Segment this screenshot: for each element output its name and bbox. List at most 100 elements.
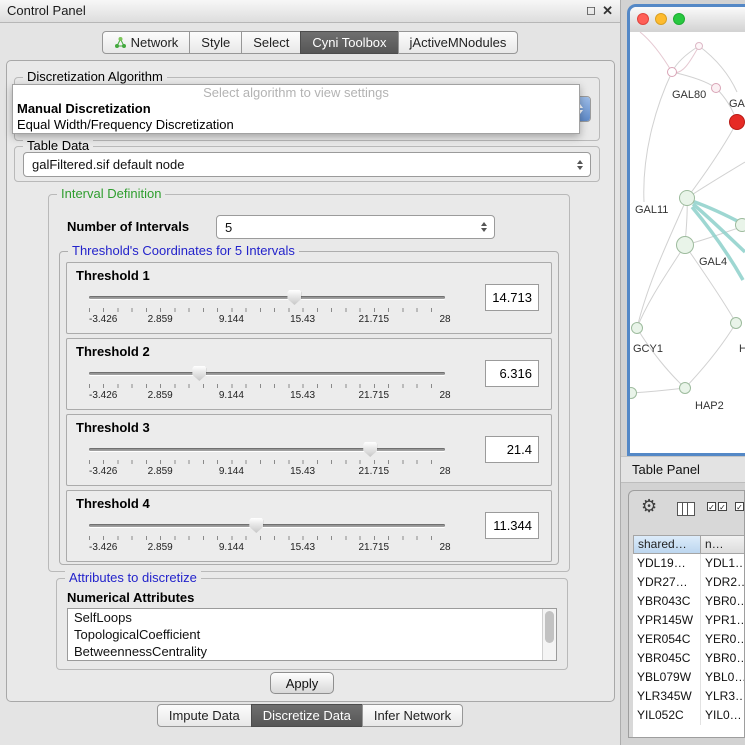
column-header-1[interactable]: shared…	[633, 535, 701, 554]
combobox-stepper-icon[interactable]	[473, 216, 494, 238]
threshold-slider[interactable]	[89, 442, 445, 458]
threshold-panel-1: Threshold 1 -3.4262.8599.14415.4321.71528…	[66, 262, 552, 334]
threshold-label: Threshold 2	[76, 344, 150, 359]
slider-tick-labels: -3.4262.8599.14415.4321.71528	[89, 314, 445, 325]
slider-thumb-icon[interactable]	[287, 290, 301, 305]
checkbox-icon: ✓	[707, 502, 716, 511]
slider-thumb-icon[interactable]	[363, 442, 377, 457]
table-row[interactable]: YER054CYER0…	[633, 630, 744, 649]
table-row[interactable]: YPR145WYPR1…	[633, 611, 744, 630]
node-label-gal11: GAL11	[635, 204, 668, 216]
threshold-slider[interactable]	[89, 518, 445, 534]
cell: YLR345W	[633, 687, 701, 706]
list-item-selfloops[interactable]: SelfLoops	[68, 609, 556, 626]
cell: YDL1…	[701, 554, 744, 573]
tab-label: Infer Network	[374, 708, 451, 723]
tab-label: Discretize Data	[263, 708, 351, 723]
threshold-value-field[interactable]: 6.316	[485, 360, 539, 387]
table-row[interactable]: YBR045CYBR0…	[633, 649, 744, 668]
table-row[interactable]: YBL079WYBL0…	[633, 668, 744, 687]
top-tabs: NetworkStyleSelect Cyni Toolbox jActiveMNo…	[0, 31, 620, 54]
table-row[interactable]: YBR043CYBR0…	[633, 592, 744, 611]
network-node-selected[interactable]	[729, 114, 745, 130]
threshold-value-field[interactable]: 11.344	[485, 512, 539, 539]
tab-jactivemnodules[interactable]: jActiveMNodules	[398, 31, 519, 54]
cell: YIL0…	[701, 706, 744, 725]
close-window-icon[interactable]: ✕	[602, 3, 613, 19]
tick-label: -3.426	[89, 542, 117, 553]
network-node[interactable]	[679, 190, 695, 206]
select-rows-icon[interactable]: ✓✓	[735, 502, 745, 511]
list-scrollbar-thumb[interactable]	[545, 611, 554, 643]
table-row[interactable]: YIL052CYIL0…	[633, 706, 744, 725]
table-row[interactable]: YLR345WYLR3…	[633, 687, 744, 706]
slider-track[interactable]	[89, 372, 445, 375]
cell: YBL0…	[701, 668, 744, 687]
show-columns-icon[interactable]	[677, 502, 695, 516]
tab-cyni-toolbox[interactable]: Cyni Toolbox	[300, 31, 398, 54]
slider-thumb-icon[interactable]	[249, 518, 263, 533]
minimize-traffic-light-icon[interactable]	[655, 13, 667, 25]
network-node[interactable]	[730, 317, 742, 329]
network-node[interactable]	[711, 83, 721, 93]
cell: YLR3…	[701, 687, 744, 706]
tick-label: 2.859	[148, 466, 173, 477]
tick-label: 15.43	[290, 542, 315, 553]
tab-style[interactable]: Style	[189, 31, 242, 54]
table-row[interactable]: YDL19…YDL1…	[633, 554, 744, 573]
network-node[interactable]	[735, 218, 745, 232]
numerical-attributes-list[interactable]: SelfLoopsTopologicalCoefficientBetweenne…	[67, 608, 557, 661]
slider-track[interactable]	[89, 448, 445, 451]
select-columns-icon[interactable]: ✓✓	[707, 502, 727, 511]
dropdown-option-equal-width-frequency[interactable]: Equal Width/Frequency Discretization	[13, 117, 579, 133]
network-node[interactable]	[679, 382, 691, 394]
table-data-combobox-value: galFiltered.sif default node	[32, 153, 566, 176]
list-item-topologicalcoefficient[interactable]: TopologicalCoefficient	[68, 626, 556, 643]
float-window-icon[interactable]: ◻	[586, 3, 596, 17]
tick-label: 21.715	[359, 390, 390, 401]
number-of-intervals-combobox[interactable]: 5	[216, 215, 495, 239]
threshold-value-field[interactable]: 21.4	[485, 436, 539, 463]
window-title: Control Panel	[7, 3, 86, 18]
network-node[interactable]	[676, 236, 694, 254]
slider-thumb-icon[interactable]	[192, 366, 206, 381]
thresholds-coordinates-group: Threshold's Coordinates for 5 Intervals …	[59, 251, 559, 565]
tab-impute-data[interactable]: Impute Data	[157, 704, 252, 727]
slider-track[interactable]	[89, 524, 445, 527]
cell: YBR045C	[633, 649, 701, 668]
tab-network[interactable]: Network	[102, 31, 191, 54]
zoom-traffic-light-icon[interactable]	[673, 13, 685, 25]
table-data-combobox[interactable]: galFiltered.sif default node	[23, 152, 591, 177]
tab-infer-network[interactable]: Infer Network	[362, 704, 463, 727]
threshold-slider[interactable]	[89, 290, 445, 306]
network-view-window: GAL80GAGAL11GAL4GCY1HHAP2	[627, 4, 745, 456]
threshold-value-field[interactable]: 14.713	[485, 284, 539, 311]
threshold-label: Threshold 1	[76, 268, 150, 283]
table-row[interactable]: YDR27…YDR2…	[633, 573, 744, 592]
slider-track[interactable]	[89, 296, 445, 299]
network-node[interactable]	[695, 42, 703, 50]
column-header-2[interactable]: n…	[701, 535, 745, 554]
group-title-discretization-algorithm: Discretization Algorithm	[23, 69, 167, 84]
table-body: YDL19…YDL1…YDR27…YDR2…YBR043CYBR0…YPR145…	[633, 554, 744, 737]
list-item-betweennesscentrality[interactable]: BetweennessCentrality	[68, 643, 556, 660]
table-panel-header: Table Panel	[621, 456, 745, 483]
close-traffic-light-icon[interactable]	[637, 13, 649, 25]
slider-tick-marks	[89, 536, 445, 540]
interval-definition-group: Interval Definition Number of Intervals …	[48, 194, 570, 572]
dropdown-option-manual-discretization[interactable]: Manual Discretization	[13, 101, 579, 117]
network-canvas[interactable]: GAL80GAGAL11GAL4GCY1HHAP2	[630, 32, 745, 453]
list-scrollbar[interactable]	[542, 609, 556, 660]
network-node[interactable]	[667, 67, 677, 77]
tab-select[interactable]: Select	[241, 31, 301, 54]
tab-label: Cyni Toolbox	[312, 35, 386, 50]
network-node[interactable]	[631, 322, 643, 334]
slider-tick-labels: -3.4262.8599.14415.4321.71528	[89, 542, 445, 553]
checkbox-icon: ✓	[735, 502, 744, 511]
threshold-slider[interactable]	[89, 366, 445, 382]
gear-icon[interactable]: ⚙	[641, 496, 657, 517]
tab-discretize-data[interactable]: Discretize Data	[251, 704, 363, 727]
slider-tick-marks	[89, 460, 445, 464]
apply-button[interactable]: Apply	[270, 672, 334, 694]
combobox-stepper-icon[interactable]	[569, 153, 590, 176]
